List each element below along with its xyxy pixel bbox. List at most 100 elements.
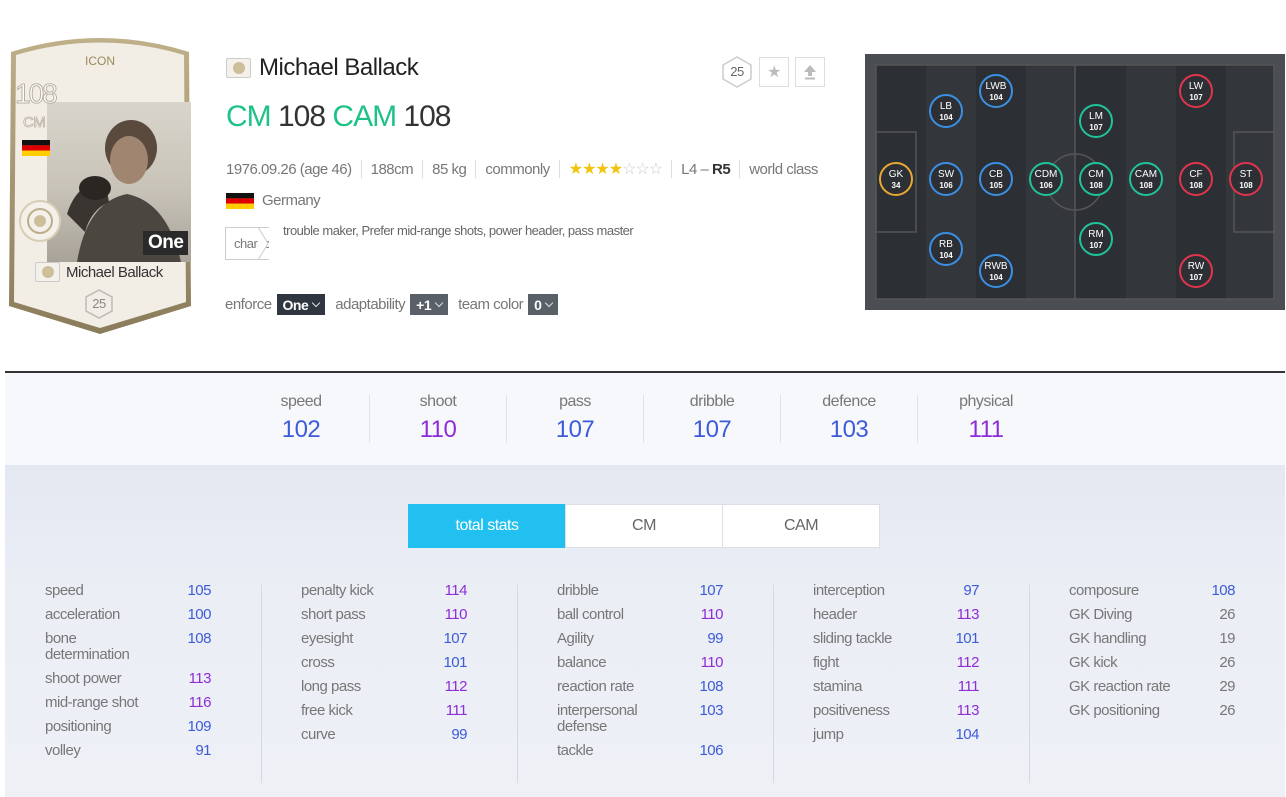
column-separator [517,585,518,783]
nation-name: Germany [262,192,321,209]
stat-value: 110 [700,654,724,671]
enhance-badge: One [143,231,189,255]
stat-row: GK positioning 26 [1069,702,1236,719]
stat-value: 99 [451,726,467,743]
stat-value: 108 [1211,582,1235,599]
player-name: Michael Ballack [259,54,419,81]
stat-name: Agility [557,630,594,647]
stat-summary: speed 102 shoot 110 pass 107 dribble 107 defence… [5,373,1285,465]
stat-value: 101 [443,654,467,671]
stat-value: 19 [1219,630,1235,647]
pitch-position-lw[interactable]: LW 107 [1179,74,1213,108]
summary-speed: speed 102 [233,393,369,444]
stat-name: curve [301,726,336,743]
stat-value: 110 [444,606,468,623]
pitch-position-lb[interactable]: LB 104 [929,94,963,128]
pitch-position-st[interactable]: ST 108 [1229,162,1263,196]
summary-label: defence [822,393,876,410]
weak-foot: L4 – R5 [681,160,731,178]
stat-name: ball control [557,606,624,623]
adaptability-dropdown[interactable]: +1 [410,294,449,315]
summary-label: speed [280,393,322,410]
stat-row: Agility 99 [557,630,724,647]
pitch-position-rm[interactable]: RM 107 [1079,222,1113,256]
stat-name: interpersonal defense [557,702,638,735]
teamcolor-dropdown[interactable]: 0 [528,294,559,315]
pitch-position-cm[interactable]: CM 108 [1079,162,1113,196]
card-type-label: ICON [85,54,115,68]
favorite-button[interactable]: ★ [759,57,789,87]
stat-value: 111 [445,702,468,719]
stat-row: volley 91 [45,743,212,759]
summary-value: 103 [829,416,869,443]
stat-value: 100 [187,606,211,623]
stat-row: penalty kick 114 [301,582,468,599]
pitch-position-cb[interactable]: CB 105 [979,162,1013,196]
column-separator [1029,585,1030,783]
chevron-down-icon [312,298,321,308]
pitch-position-lm[interactable]: LM 107 [1079,104,1113,138]
stat-row: reaction rate 108 [557,679,724,695]
summary-physical: physical 111 [918,393,1054,444]
stat-value: 97 [963,582,979,599]
traits-text: trouble maker, Prefer mid-range shots, p… [283,223,634,238]
pitch-position-cam[interactable]: CAM 108 [1129,162,1163,196]
stat-row: curve 99 [301,726,468,743]
pitch-position-cdm[interactable]: CDM 106 [1029,162,1063,196]
stat-name: penalty kick [301,582,374,599]
card-overall: 108 [15,78,59,110]
adaptability-label: adaptability [335,296,406,313]
stat-name: balance [557,654,607,671]
stat-row: sliding tackle 101 [813,631,980,647]
pitch-position-cf[interactable]: CF 108 [1179,162,1213,196]
pitch-position-rw[interactable]: RW 107 [1179,254,1213,288]
stat-name: cross [301,654,335,671]
stat-column-1: speed 105 acceleration 100 bone determinatio… [45,582,212,767]
stat-name: long pass [301,678,361,695]
stat-name: shoot power [45,670,122,687]
stat-row: shoot power 113 [45,670,212,687]
stat-row: long pass 112 [301,678,468,695]
season-icon [226,58,251,78]
stat-name: positioning [45,718,112,735]
stat-name: mid-range shot [45,694,139,711]
summary-label: shoot [419,393,457,410]
height: 188cm [370,160,414,178]
pitch-position-sw[interactable]: SW 106 [929,162,963,196]
player-meta: 1976.09.26 (age 46) 188cm 85 kg commonly… [226,158,818,180]
tab-total-stats[interactable]: total stats [408,504,566,548]
position-pitch: GK 34 LB 104 SW 106 RB 104 LWB 104 CB 105 RWB 104 CDM 1… [865,54,1285,310]
stat-value: 113 [188,670,212,687]
stat-name: speed [45,582,84,599]
stat-name: interception [813,582,885,599]
germany-flag-icon [22,140,50,156]
stat-row: interpersonal defense 103 [557,702,724,735]
stat-row: GK reaction rate 29 [1069,679,1236,695]
stat-value: 113 [956,606,980,623]
summary-value: 111 [968,416,1004,443]
pitch-position-gk[interactable]: GK 34 [879,162,913,196]
stat-name: eyesight [301,630,353,647]
tab-cam[interactable]: CAM [722,504,880,548]
card-pay-value: 25 [92,296,106,311]
stat-row: GK handling 19 [1069,630,1236,647]
summary-shoot: shoot 110 [370,393,506,444]
pitch-position-rb[interactable]: RB 104 [929,232,963,266]
summary-value: 107 [692,416,732,443]
summary-value: 110 [419,416,457,443]
stat-name: GK positioning [1069,702,1160,719]
summary-label: dribble [689,393,735,410]
card-name: Michael Ballack [35,262,185,282]
enforce-dropdown[interactable]: One [276,294,326,315]
stat-column-5: composure 108 GK Diving 26 GK handling 19 GK k… [1069,582,1236,727]
stat-value: 26 [1219,654,1235,671]
stat-row: speed 105 [45,582,212,599]
card-position: CM [23,114,47,132]
upload-button[interactable] [795,57,825,87]
pitch-position-lwb[interactable]: LWB 104 [979,74,1013,108]
stat-value: 113 [956,702,980,719]
tab-cm[interactable]: CM [565,504,723,548]
pitch-position-rwb[interactable]: RWB 104 [979,254,1013,288]
stat-column-3: dribble 107 ball control 110 Agility 99 balanc… [557,583,724,767]
stat-value: 26 [1219,702,1235,719]
